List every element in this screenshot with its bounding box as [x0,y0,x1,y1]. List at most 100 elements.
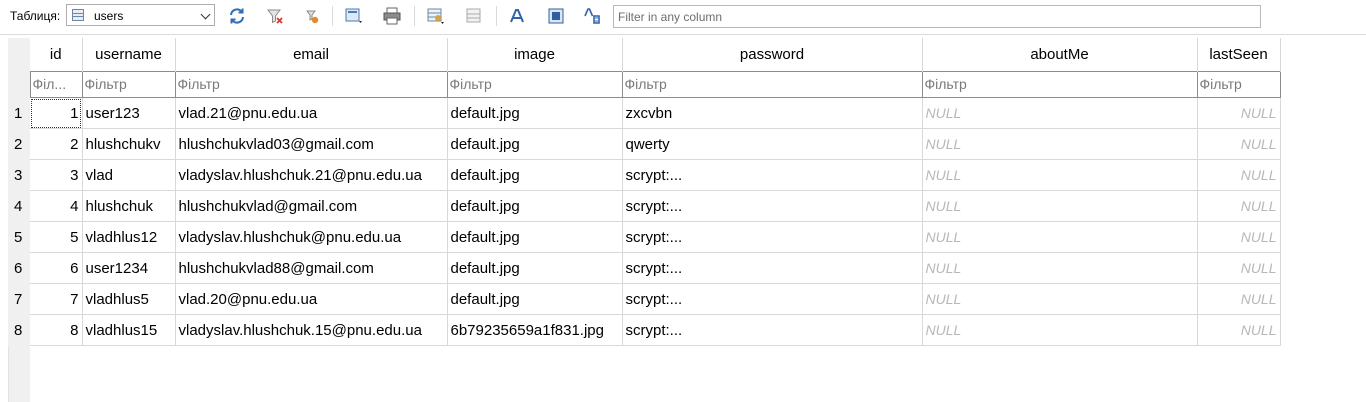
table-row[interactable]: 2 2 hlushchukv hlushchukvlad03@gmail.com def… [8,128,1281,160]
table-row[interactable]: 1 1 user123 vlad.21@pnu.edu.ua default.jpg zx… [8,97,1281,129]
filter-cell-id[interactable]: Філ... [29,71,83,98]
cell-aboutme[interactable]: NULL [922,314,1198,346]
row-number[interactable]: 1 [8,97,30,129]
filter-cell-image[interactable]: Фільтр [446,71,623,98]
column-header-aboutme[interactable]: aboutMe [922,38,1198,72]
column-header-username[interactable]: username [82,38,176,72]
cell-email[interactable]: vladyslav.hlushchuk@pnu.edu.ua [175,221,448,253]
filter-cell-aboutme[interactable]: Фільтр [921,71,1198,98]
cell-aboutme[interactable]: NULL [922,190,1198,222]
cell-username[interactable]: hlushchukv [82,128,176,160]
cell-aboutme[interactable]: NULL [922,159,1198,191]
cell-username[interactable]: hlushchuk [82,190,176,222]
cell-image[interactable]: default.jpg [447,190,623,222]
cell-id[interactable]: 8 [30,314,83,346]
cell-password[interactable]: scrypt:... [622,221,923,253]
cell-aboutme[interactable]: NULL [922,128,1198,160]
cell-image[interactable]: default.jpg [447,283,623,315]
table-row[interactable]: 5 5 vladhlus12 vladyslav.hlushchuk@pnu.edu.… [8,221,1281,253]
filter-cell-lastseen[interactable]: Фільтр [1196,71,1281,98]
cell-lastseen[interactable]: NULL [1197,252,1281,284]
cell-lastseen[interactable]: NULL [1197,283,1281,315]
cell-password[interactable]: zxcvbn [622,97,923,129]
cell-id[interactable]: 3 [30,159,83,191]
filter-cell-password[interactable]: Фільтр [621,71,923,98]
save-filter-button[interactable] [302,6,322,26]
cell-username[interactable]: vladhlus5 [82,283,176,315]
cell-aboutme[interactable]: NULL [922,97,1198,129]
cell-image[interactable]: default.jpg [447,221,623,253]
cell-lastseen[interactable]: NULL [1197,221,1281,253]
filter-cell-email[interactable]: Фільтр [174,71,448,98]
cell-lastseen[interactable]: NULL [1197,128,1281,160]
cell-email[interactable]: hlushchukvlad88@gmail.com [175,252,448,284]
cell-username[interactable]: user123 [82,97,176,129]
cell-image[interactable]: default.jpg [447,128,623,160]
cell-lastseen[interactable]: NULL [1197,97,1281,129]
cell-id[interactable]: 6 [30,252,83,284]
cell-aboutme[interactable]: NULL [922,221,1198,253]
column-header-image[interactable]: image [447,38,623,72]
cell-email[interactable]: hlushchukvlad03@gmail.com [175,128,448,160]
print-button[interactable] [382,6,402,26]
cell-password[interactable]: qwerty [622,128,923,160]
cell-id[interactable]: 1 [30,97,83,129]
cell-image[interactable]: default.jpg [447,97,623,129]
table-row[interactable]: 3 3 vlad vladyslav.hlushchuk.21@pnu.edu.ua d… [8,159,1281,191]
cell-password[interactable]: scrypt:... [622,283,923,315]
cell-email[interactable]: vladyslav.hlushchuk.15@pnu.edu.ua [175,314,448,346]
cell-email[interactable]: vlad.20@pnu.edu.ua [175,283,448,315]
cell-image[interactable]: 6b79235659a1f831.jpg [447,314,623,346]
table-row[interactable]: 7 7 vladhlus5 vlad.20@pnu.edu.ua default.jpg… [8,283,1281,315]
row-number[interactable]: 5 [8,221,30,253]
text-format-button[interactable] [583,6,603,26]
cell-aboutme[interactable]: NULL [922,283,1198,315]
table-select[interactable]: users [66,4,215,26]
grid-corner[interactable] [8,38,30,72]
table-row[interactable]: 6 6 user1234 hlushchukvlad88@gmail.com defau… [8,252,1281,284]
filter-cell-username[interactable]: Фільтр [81,71,176,98]
column-header-id[interactable]: id [30,38,83,72]
refresh-button[interactable] [227,6,247,26]
cell-username[interactable]: vlad [82,159,176,191]
column-header-password[interactable]: password [622,38,923,72]
cell-lastseen[interactable]: NULL [1197,190,1281,222]
cell-image[interactable]: default.jpg [447,159,623,191]
cell-username[interactable]: vladhlus12 [82,221,176,253]
cell-id[interactable]: 4 [30,190,83,222]
cell-password[interactable]: scrypt:... [622,190,923,222]
cell-username[interactable]: user1234 [82,252,176,284]
export-button[interactable] [344,6,364,26]
cell-id[interactable]: 5 [30,221,83,253]
insert-record-button[interactable] [426,6,446,26]
column-header-lastseen[interactable]: lastSeen [1197,38,1281,72]
cell-image[interactable]: default.jpg [447,252,623,284]
cell-password[interactable]: scrypt:... [622,314,923,346]
row-number[interactable]: 2 [8,128,30,160]
cell-lastseen[interactable]: NULL [1197,159,1281,191]
table-label: Таблиця: [10,9,61,23]
row-number[interactable]: 4 [8,190,30,222]
cell-lastseen[interactable]: NULL [1197,314,1281,346]
cell-username[interactable]: vladhlus15 [82,314,176,346]
hex-editor-button[interactable] [546,6,566,26]
table-row[interactable]: 4 4 hlushchuk hlushchukvlad@gmail.com defaul… [8,190,1281,222]
cell-password[interactable]: scrypt:... [622,252,923,284]
cell-email[interactable]: hlushchukvlad@gmail.com [175,190,448,222]
cell-id[interactable]: 2 [30,128,83,160]
cell-id[interactable]: 7 [30,283,83,315]
filter-any-column-input[interactable] [613,5,1261,28]
row-number[interactable]: 6 [8,252,30,284]
delete-record-button[interactable] [464,6,484,26]
clear-filters-button[interactable] [265,6,285,26]
cell-password[interactable]: scrypt:... [622,159,923,191]
cell-email[interactable]: vlad.21@pnu.edu.ua [175,97,448,129]
row-number[interactable]: 7 [8,283,30,315]
cell-email[interactable]: vladyslav.hlushchuk.21@pnu.edu.ua [175,159,448,191]
table-row[interactable]: 8 8 vladhlus15 vladyslav.hlushchuk.15@pnu.e… [8,314,1281,346]
row-number[interactable]: 8 [8,314,30,346]
column-header-email[interactable]: email [175,38,448,72]
cell-aboutme[interactable]: NULL [922,252,1198,284]
row-number[interactable]: 3 [8,159,30,191]
font-button[interactable] [508,6,528,26]
